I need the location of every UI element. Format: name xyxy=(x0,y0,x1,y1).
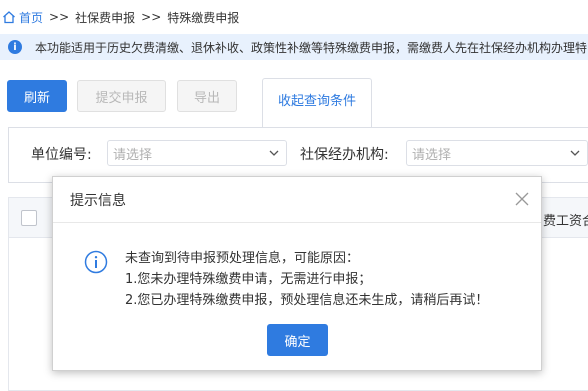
export-button[interactable]: 导出 xyxy=(177,80,237,112)
select-all-checkbox[interactable] xyxy=(21,210,37,226)
agency-label: 社保经办机构: xyxy=(300,147,389,163)
breadcrumb-separator: >> xyxy=(49,10,70,24)
message-dialog: 提示信息 未查询到待申报预处理信息，可能原因： 1.您未办理特殊缴费申请，无需进… xyxy=(52,176,542,371)
filter-panel: 单位编号: 请选择 社保经办机构: 请选择 xyxy=(8,127,588,183)
dialog-message-line: 2.您已办理特殊缴费申报，预处理信息还未生成，请稍后再试！ xyxy=(125,293,489,308)
chevron-down-icon xyxy=(269,150,279,156)
breadcrumb: 首页 >> 社保费申报 >> 特殊缴费申报 xyxy=(0,0,588,34)
submit-declaration-button[interactable]: 提交申报 xyxy=(77,80,166,112)
agency-placeholder: 请选择 xyxy=(412,147,452,163)
dialog-title: 提示信息 xyxy=(70,192,126,209)
notice-bar: i 本功能适用于历史欠费清缴、退休补收、政策性补缴等特殊缴费申报，需缴费人先在社… xyxy=(0,34,588,60)
ok-button[interactable]: 确定 xyxy=(267,324,328,356)
unit-code-select[interactable]: 请选择 xyxy=(107,140,287,166)
dialog-message: 未查询到待申报预处理信息，可能原因： 1.您未办理特殊缴费申请，无需进行申报； … xyxy=(125,248,488,311)
breadcrumb-home[interactable]: 首页 xyxy=(19,9,43,26)
breadcrumb-separator: >> xyxy=(141,10,162,24)
dialog-message-line: 未查询到待申报预处理信息，可能原因： xyxy=(125,251,360,266)
home-icon[interactable] xyxy=(2,10,16,24)
info-icon xyxy=(84,250,108,274)
notice-text: 本功能适用于历史欠费清缴、退休补收、政策性补缴等特殊缴费申报，需缴费人先在社保经… xyxy=(35,40,588,55)
unit-code-placeholder: 请选择 xyxy=(113,147,153,163)
toggle-query-conditions-tab[interactable]: 收起查询条件 xyxy=(262,78,372,128)
chevron-down-icon xyxy=(570,150,580,156)
dialog-message-line: 1.您未办理特殊缴费申请，无需进行申报； xyxy=(125,272,372,287)
close-icon[interactable] xyxy=(513,190,531,208)
breadcrumb-level2[interactable]: 社保费申报 xyxy=(75,9,135,26)
column-header-partial: 费工资合 xyxy=(543,214,588,229)
refresh-button[interactable]: 刷新 xyxy=(7,80,67,112)
agency-select[interactable]: 请选择 xyxy=(406,140,588,166)
breadcrumb-level3: 特殊缴费申报 xyxy=(167,10,240,25)
dialog-header: 提示信息 xyxy=(53,177,541,223)
unit-code-label: 单位编号: xyxy=(31,147,92,163)
info-icon: i xyxy=(8,40,22,54)
